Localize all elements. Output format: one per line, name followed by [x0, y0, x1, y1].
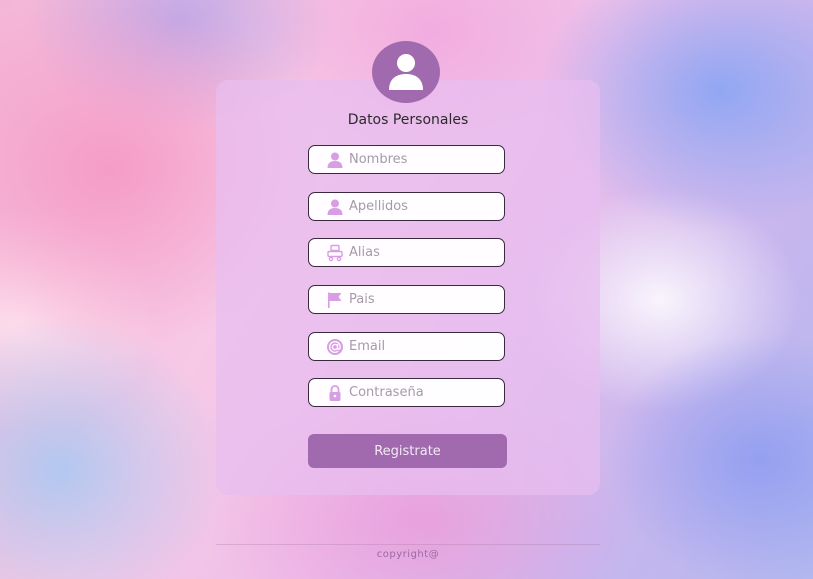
user-icon [327, 199, 343, 215]
register-button[interactable]: Registrate [308, 434, 507, 468]
pais-field[interactable] [308, 285, 505, 314]
at-icon [327, 339, 343, 355]
footer-divider [216, 544, 600, 545]
email-field[interactable] [308, 332, 505, 361]
badge-icon [327, 244, 343, 262]
apellidos-input[interactable] [349, 196, 499, 217]
copyright-text: copyright@ [376, 549, 440, 560]
lock-icon [329, 385, 341, 401]
nombres-field[interactable] [308, 145, 505, 174]
avatar-icon [372, 41, 440, 103]
email-input[interactable] [349, 336, 499, 357]
password-field[interactable] [308, 378, 505, 407]
user-icon [327, 152, 343, 168]
flag-icon [328, 292, 342, 308]
alias-field[interactable] [308, 238, 505, 267]
apellidos-field[interactable] [308, 192, 505, 221]
password-input[interactable] [349, 382, 499, 403]
pais-input[interactable] [349, 289, 499, 310]
alias-input[interactable] [349, 242, 499, 263]
form-title: Datos Personales [347, 112, 469, 128]
nombres-input[interactable] [349, 149, 499, 170]
